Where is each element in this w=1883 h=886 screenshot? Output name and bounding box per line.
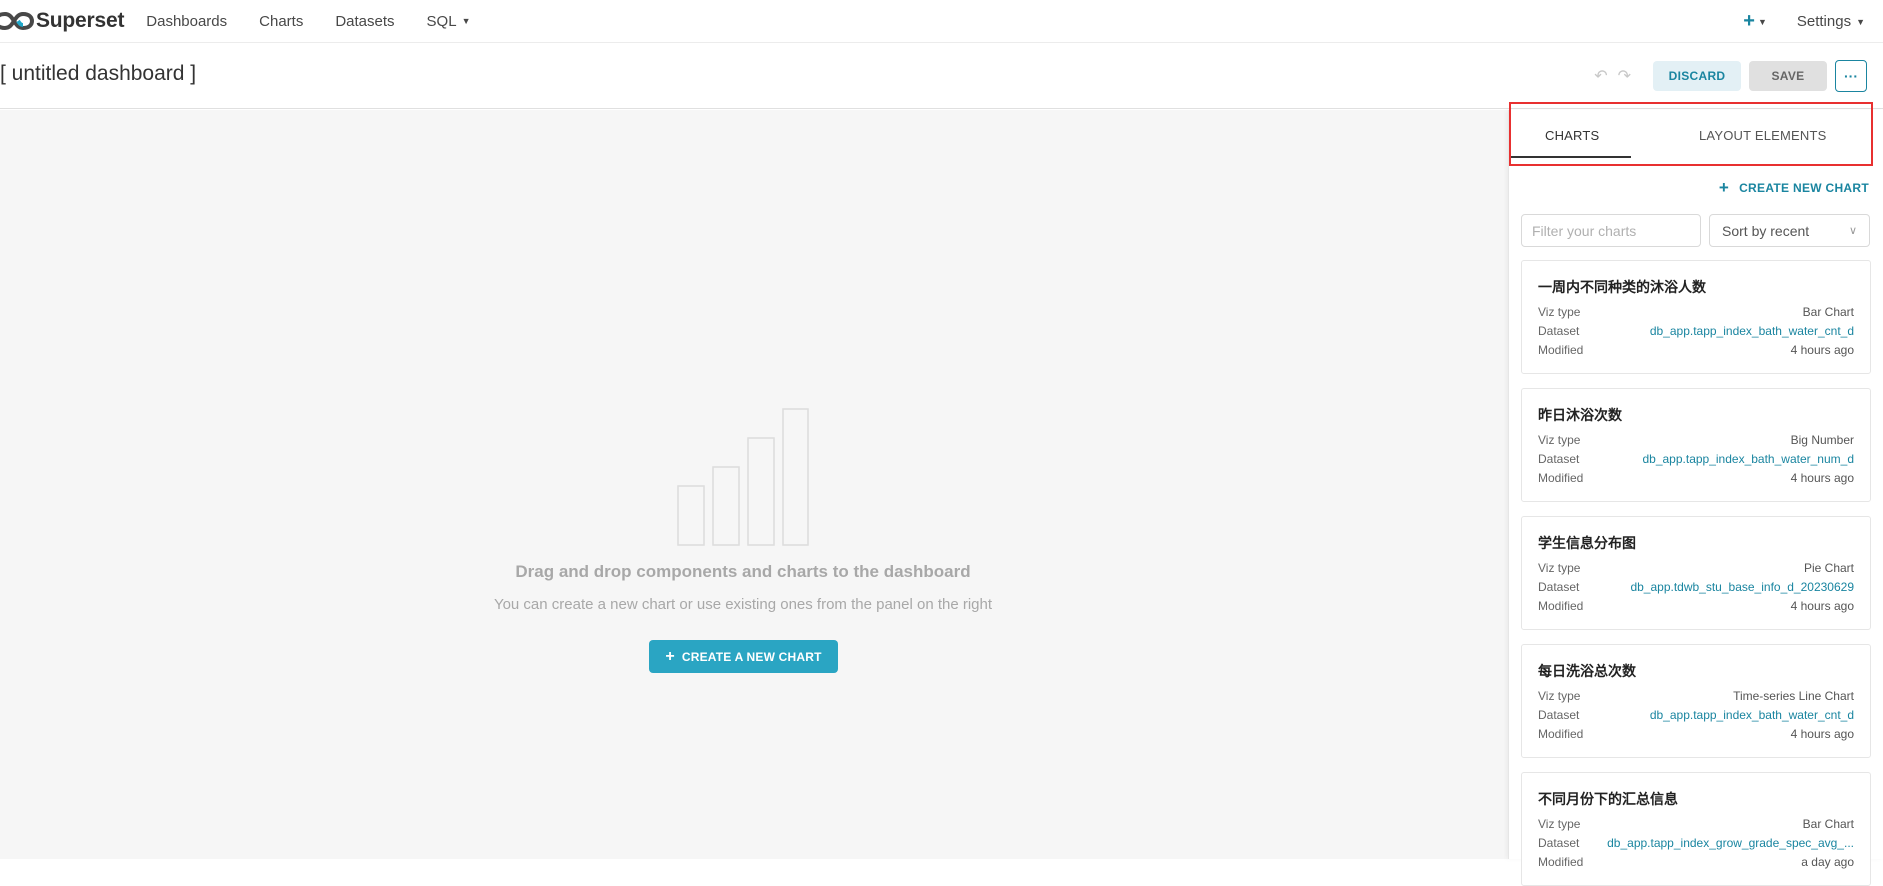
nav-dashboards[interactable]: Dashboards <box>146 13 227 30</box>
dataset-link[interactable]: db_app.tapp_index_bath_water_num_d <box>1642 452 1854 466</box>
dashboard-title[interactable]: [ untitled dashboard ] <box>0 62 196 86</box>
viz-type-value: Bar Chart <box>1802 817 1854 831</box>
create-new-chart-link-label: CREATE NEW CHART <box>1739 181 1869 195</box>
create-new-chart-button[interactable]: + CREATE A NEW CHART <box>649 640 838 673</box>
chart-card-title: 学生信息分布图 <box>1538 535 1636 551</box>
empty-state-title: Drag and drop components and charts to t… <box>515 562 971 581</box>
modified-value: 4 hours ago <box>1790 471 1854 485</box>
chart-card-title: 不同月份下的汇总信息 <box>1538 791 1678 807</box>
viz-type-label: Viz type <box>1538 817 1581 831</box>
modified-label: Modified <box>1538 343 1584 357</box>
dataset-label: Dataset <box>1538 324 1580 338</box>
modified-label: Modified <box>1538 471 1584 485</box>
dashboard-canvas[interactable]: Drag and drop components and charts to t… <box>0 110 1508 859</box>
dataset-link[interactable]: db_app.tapp_index_bath_water_cnt_d <box>1650 708 1854 722</box>
modified-value: a day ago <box>1801 855 1854 869</box>
new-item-menu[interactable]: + ▼ <box>1743 10 1767 33</box>
caret-down-icon: ▼ <box>1856 16 1865 27</box>
viz-type-label: Viz type <box>1538 305 1581 319</box>
create-new-chart-label: CREATE A NEW CHART <box>681 649 822 664</box>
modified-value: 4 hours ago <box>1790 727 1854 741</box>
empty-chart-icon <box>677 408 809 546</box>
chart-card-title: 一周内不同种类的沐浴人数 <box>1538 279 1706 295</box>
viz-type-value: Bar Chart <box>1802 305 1854 319</box>
chart-card[interactable]: 一周内不同种类的沐浴人数 Viz type Bar Chart Dataset db… <box>1521 260 1871 374</box>
save-button[interactable]: SAVE <box>1749 61 1827 91</box>
dataset-label: Dataset <box>1538 452 1580 466</box>
brand[interactable]: Superset <box>0 0 124 43</box>
tab-layout-elements[interactable]: LAYOUT ELEMENTS <box>1699 128 1827 143</box>
viz-type-value: Pie Chart <box>1803 561 1854 575</box>
dashboard-header: [ untitled dashboard ] ↶ ↷ DISCARD SAVE … <box>0 44 1883 109</box>
redo-icon[interactable]: ↷ <box>1618 66 1631 86</box>
viz-type-value: Time-series Line Chart <box>1733 689 1854 703</box>
nav-datasets[interactable]: Datasets <box>335 13 394 30</box>
dataset-link[interactable]: db_app.tapp_index_grow_grade_spec_avg_..… <box>1607 836 1854 850</box>
dataset-label: Dataset <box>1538 836 1580 850</box>
viz-type-value: Big Number <box>1790 433 1854 447</box>
caret-down-icon: ▼ <box>461 16 471 26</box>
chevron-down-icon: ∨ <box>1848 225 1857 237</box>
chart-card-title: 每日洗浴总次数 <box>1538 663 1636 679</box>
builder-side-panel: CHARTS LAYOUT ELEMENTS + CREATE NEW CHAR… <box>1508 110 1883 886</box>
caret-down-icon: ▼ <box>1757 16 1767 27</box>
sort-select[interactable]: Sort by recent ∨ <box>1709 214 1870 247</box>
top-nav: Superset Dashboards Charts Datasets SQL … <box>0 0 1883 43</box>
plus-icon: + <box>665 647 675 665</box>
nav-charts[interactable]: Charts <box>259 13 303 30</box>
modified-label: Modified <box>1538 855 1584 869</box>
modified-label: Modified <box>1538 599 1584 613</box>
discard-button[interactable]: DISCARD <box>1653 61 1741 91</box>
settings-menu[interactable]: Settings ▼ <box>1797 13 1865 30</box>
empty-state-subtitle: You can create a new chart or use existi… <box>493 596 993 613</box>
more-options-button[interactable]: ··· <box>1835 60 1867 92</box>
filter-charts-input[interactable] <box>1521 214 1701 247</box>
viz-type-label: Viz type <box>1538 689 1581 703</box>
settings-label: Settings <box>1796 13 1852 30</box>
viz-type-label: Viz type <box>1538 561 1581 575</box>
chart-card[interactable]: 不同月份下的汇总信息 Viz type Bar Chart Dataset db_a… <box>1521 772 1871 886</box>
undo-icon[interactable]: ↶ <box>1594 66 1607 86</box>
modified-value: 4 hours ago <box>1790 599 1854 613</box>
dataset-label: Dataset <box>1538 580 1580 594</box>
modified-label: Modified <box>1538 727 1584 741</box>
dataset-label: Dataset <box>1538 708 1580 722</box>
plus-icon: + <box>1718 178 1730 197</box>
active-tab-indicator <box>1509 156 1631 158</box>
viz-type-label: Viz type <box>1538 433 1581 447</box>
dataset-link[interactable]: db_app.tdwb_stu_base_info_d_20230629 <box>1630 580 1854 594</box>
dataset-link[interactable]: db_app.tapp_index_bath_water_cnt_d <box>1650 324 1854 338</box>
chart-card[interactable]: 学生信息分布图 Viz type Pie Chart Dataset db_app.… <box>1521 516 1871 630</box>
modified-value: 4 hours ago <box>1790 343 1854 357</box>
sort-select-value: Sort by recent <box>1722 222 1810 239</box>
chart-card[interactable]: 每日洗浴总次数 Viz type Time-series Line Chart D… <box>1521 644 1871 758</box>
chart-card-title: 昨日沐浴次数 <box>1538 407 1622 423</box>
superset-logo-icon <box>0 11 34 31</box>
nav-sql[interactable]: SQL ▼ <box>427 13 471 30</box>
plus-icon: + <box>1743 10 1755 32</box>
chart-card[interactable]: 昨日沐浴次数 Viz type Big Number Dataset db_app.… <box>1521 388 1871 502</box>
panel-tabs: CHARTS LAYOUT ELEMENTS <box>1509 110 1883 160</box>
brand-name: Superset <box>36 9 125 32</box>
create-new-chart-link[interactable]: + CREATE NEW CHART <box>1719 178 1869 198</box>
tab-charts[interactable]: CHARTS <box>1545 128 1599 143</box>
nav-sql-label: SQL <box>426 12 457 30</box>
